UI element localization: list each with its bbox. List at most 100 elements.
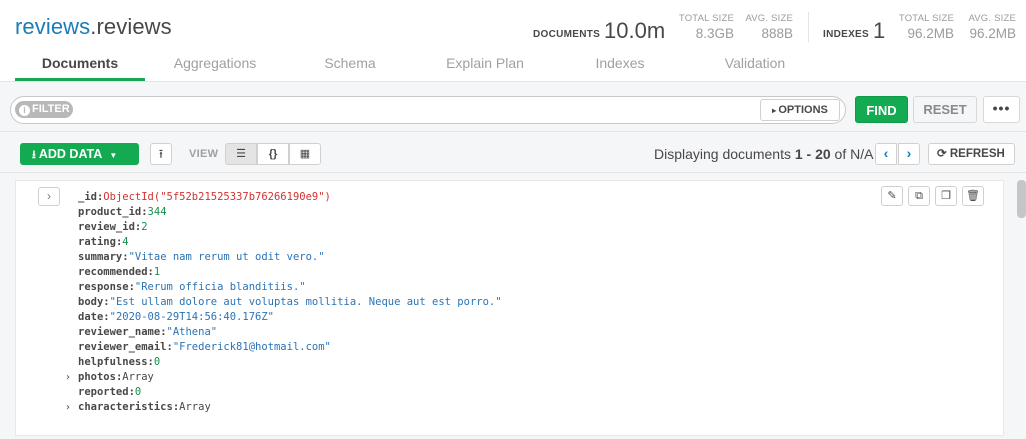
namespace-title: reviews.reviews [15,14,172,40]
documents-label: DOCUMENTS [533,29,601,40]
field-value[interactable]: 2 [141,221,147,233]
pagination-text: Displaying documents 1 - 20 of N/A [654,146,873,162]
field-value[interactable]: "Est ullam dolore aut voluptas mollitia.… [110,296,502,308]
field-helpfulness: helpfulness:0 [78,356,161,368]
chevron-right-icon: › [47,189,51,203]
refresh-label: REFRESH [949,148,1005,160]
field-value[interactable]: "2020-08-29T14:56:40.176Z" [110,311,274,323]
toolbar-divider [0,131,1026,132]
field-product-id: product_id:344 [78,206,167,218]
field-rating: rating:4 [78,236,129,248]
field-key: helpfulness [78,356,148,368]
field-reviewer-name: reviewer_name:"Athena" [78,326,218,338]
index-avg-size-label: AVG. SIZE [968,13,1016,24]
filter-input[interactable] [10,96,846,124]
edit-document-button[interactable]: ✎ [881,186,903,206]
documents-count: 10.0m [604,18,666,43]
delete-document-button[interactable]: 🗑 [962,186,984,206]
scrollbar[interactable] [1017,180,1026,218]
field-value[interactable]: ObjectId("5f52b21525337b76266190e9") [103,191,331,203]
filter-label: FILTER [32,103,70,115]
expand-photos-icon[interactable]: › [66,372,70,383]
json-view-button[interactable]: {} [257,143,289,165]
more-options-button[interactable]: ••• [983,96,1020,123]
field-value[interactable]: Array [179,401,211,413]
expand-document-button[interactable]: › [38,187,60,206]
field-photos: photos:Array [78,371,154,383]
indexes-label: INDEXES [823,29,870,40]
field-key: _id [78,191,97,203]
filter-pill: i FILTER [15,101,73,118]
chevron-right-icon: › [906,145,912,161]
tab-explain-plan[interactable]: Explain Plan [420,55,550,71]
total-size-value: 8.3GB [695,26,734,41]
pagination-suffix: of N/A [830,146,874,162]
collection-tabs: Documents Aggregations Schema Explain Pl… [0,50,1026,82]
database-name[interactable]: reviews [15,14,90,39]
field-key: photos [78,371,116,383]
export-button[interactable]: ⭱ [150,143,172,165]
tab-indexes[interactable]: Indexes [555,55,685,71]
field-key: reviewer_email [78,341,167,353]
stats-divider [808,12,809,42]
chevron-down-icon: ▼ [109,151,118,160]
field-key: reported [78,386,129,398]
active-tab-indicator [15,78,145,81]
field-review-id: review_id:2 [78,221,148,233]
index-total-size-label: TOTAL SIZE [898,13,954,24]
field-value[interactable]: 344 [148,206,167,218]
clone-document-button[interactable]: ❐ [935,186,957,206]
field-value[interactable]: "Athena" [167,326,218,338]
field-value[interactable]: "Frederick81@hotmail.com" [173,341,331,353]
field-value[interactable]: 4 [122,236,128,248]
list-view-button[interactable]: ☰ [225,143,257,165]
copy-icon: ⧉ [915,190,923,202]
avg-size-label: AVG. SIZE [745,13,793,24]
add-data-label: ADD DATA [38,147,102,161]
field-key: characteristics [78,401,173,413]
field-key: product_id [78,206,142,218]
indexes-count: 1 [873,18,886,43]
field-key: recommended [78,266,148,278]
next-page-button[interactable]: › [898,143,920,165]
field-value[interactable]: 0 [135,386,141,398]
chevron-left-icon: ‹ [883,145,889,161]
field-value[interactable]: "Rerum officia blanditiis." [135,281,306,293]
field-date: date:"2020-08-29T14:56:40.176Z" [78,311,274,323]
clone-icon: ❐ [941,190,951,202]
add-data-button[interactable]: ⭳ ADD DATA ▼ [20,143,139,165]
field-value[interactable]: 1 [154,266,160,278]
total-size-label: TOTAL SIZE [678,13,734,24]
field-id: _id:ObjectId("5f52b21525337b76266190e9") [78,191,331,203]
tab-aggregations[interactable]: Aggregations [150,55,280,71]
avg-size-value: 888B [761,26,793,41]
table-view-button[interactable]: ▦ [289,143,321,165]
field-response: response:"Rerum officia blanditiis." [78,281,306,293]
expand-characteristics-icon[interactable]: › [66,402,70,413]
field-value[interactable]: Array [122,371,154,383]
refresh-button[interactable]: ⟳ REFRESH [928,143,1015,165]
collection-name: .reviews [90,14,172,39]
pencil-icon: ✎ [887,190,897,202]
field-key: review_id [78,221,135,233]
field-reviewer-email: reviewer_email:"Frederick81@hotmail.com" [78,341,331,353]
field-value[interactable]: 0 [154,356,160,368]
reset-button[interactable]: RESET [913,96,977,123]
field-body: body:"Est ullam dolore aut voluptas moll… [78,296,502,308]
previous-page-button[interactable]: ‹ [875,143,897,165]
tab-schema[interactable]: Schema [285,55,415,71]
table-icon: ▦ [299,148,311,160]
field-key: response [78,281,129,293]
field-key: body [78,296,104,308]
options-button[interactable]: ▸ OPTIONS [760,99,840,121]
pagination-prefix: Displaying documents [654,146,795,162]
options-label: OPTIONS [778,104,828,116]
tab-documents[interactable]: Documents [15,55,145,71]
find-button[interactable]: FIND [855,96,908,123]
field-value[interactable]: "Vitae nam rerum ut odit vero." [129,251,325,263]
tab-validation[interactable]: Validation [690,55,820,71]
copy-document-button[interactable]: ⧉ [908,186,930,206]
field-key: summary [78,251,123,263]
field-key: date [78,311,104,323]
info-icon: i [19,105,30,116]
